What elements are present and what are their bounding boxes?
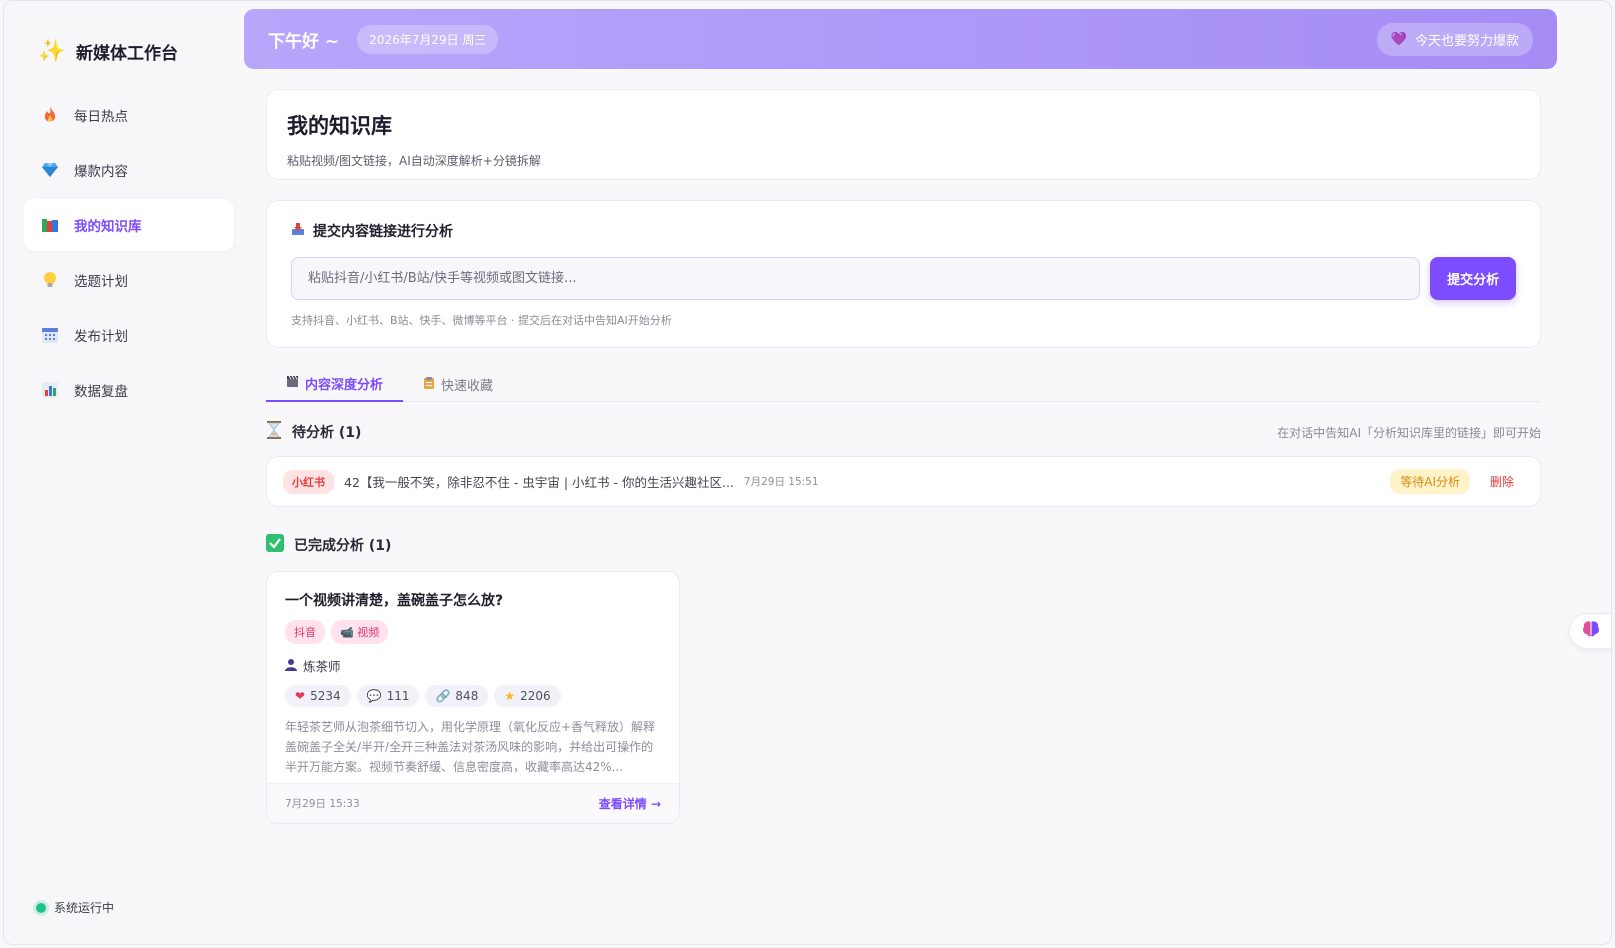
analysis-card-title: 一个视频讲清楚，盖碗盖子怎么放? [285, 593, 504, 609]
sidebar-item-topic-plan[interactable]: 选题计划 [24, 254, 234, 306]
heart-icon: ❤ [295, 689, 306, 703]
page-title: 我的知识库 [287, 114, 392, 138]
likes-count: 5234 [310, 689, 341, 703]
pending-item[interactable]: 小红书 42【我一般不笑，除非忍不住 - 虫宇宙 | 小红书 - 你的生活兴趣社… [266, 456, 1541, 507]
pending-title: 待分析 (1) [292, 425, 362, 441]
sidebar: ✨ 新媒体工作台 每日热点 爆款内容 我的知识库 选题计划 发布计划 数据复盘 … [4, 1, 240, 944]
brand[interactable]: ✨ 新媒体工作台 [38, 39, 178, 64]
speech-bubble-icon: 💬 [366, 689, 382, 703]
submit-hint: 支持抖音、小红书、B站、快手、微博等平台 · 提交后在对话中告知AI开始分析 [291, 314, 672, 327]
brand-title: 新媒体工作台 [76, 44, 178, 64]
analysis-card-footer: 7月29日 15:33 查看详情 → [267, 783, 679, 823]
purple-heart-icon: 💜 [1390, 31, 1407, 47]
system-status: 系统运行中 [36, 899, 114, 916]
platform-badge: 小红书 [283, 469, 334, 494]
type-tag-label: 视频 [357, 626, 380, 639]
sidebar-item-daily-hot[interactable]: 每日热点 [24, 89, 234, 141]
engagement-stats: ❤ 5234 💬 111 🔗 848 ★ 2206 [285, 685, 661, 707]
comments-count: 111 [386, 689, 410, 703]
author-name: 炼茶师 [303, 659, 341, 674]
view-details-link[interactable]: 查看详情 → [599, 795, 661, 812]
fire-icon [40, 105, 60, 125]
analysis-card-tags: 抖音 📹 视频 [285, 620, 661, 644]
link-icon: 🔗 [435, 689, 451, 703]
completed-section-header: 已完成分析 (1) [266, 533, 1541, 557]
completed-title: 已完成分析 (1) [294, 538, 392, 554]
shares-stat: 🔗 848 [425, 685, 489, 707]
platform-tag: 抖音 [285, 620, 325, 644]
analysis-summary: 年轻茶艺师从泡茶细节切入，用化学原理（氧化反应+香气释放）解释盖碗盖子全关/半开… [285, 720, 656, 774]
page-subtitle: 粘贴视频/图文链接，AI自动深度解析+分镜拆解 [287, 154, 541, 168]
knowledge-header-card: 我的知识库 粘贴视频/图文链接，AI自动深度解析+分镜拆解 [266, 89, 1541, 180]
tab-deep-analysis[interactable]: 内容深度分析 [266, 366, 404, 402]
analysis-tabs: 内容深度分析 快速收藏 [266, 366, 1541, 402]
sparkle-icon: ✨ [38, 39, 66, 64]
app-window: ✨ 新媒体工作台 每日热点 爆款内容 我的知识库 选题计划 发布计划 数据复盘 … [3, 0, 1612, 945]
link-input[interactable] [291, 257, 1421, 300]
sidebar-item-label: 数据复盘 [74, 384, 128, 400]
pending-hint: 在对话中告知AI「分析知识库里的链接」即可开始 [1277, 425, 1541, 440]
submit-link-card: 提交内容链接进行分析 提交分析 支持抖音、小红书、B站、快手、微博等平台 · 提… [266, 200, 1541, 348]
brain-icon [1581, 620, 1601, 642]
pending-item-title: 42【我一般不笑，除非忍不住 - 虫宇宙 | 小红书 - 你的生活兴趣社区... [344, 475, 734, 490]
main-content: 我的知识库 粘贴视频/图文链接，AI自动深度解析+分镜拆解 提交内容链接进行分析… [266, 89, 1541, 824]
type-tag: 📹 视频 [331, 620, 389, 644]
analysis-card[interactable]: 一个视频讲清楚，盖碗盖子怎么放? 抖音 📹 视频 炼茶师 ❤ 5234 💬 111 … [266, 571, 680, 824]
submit-row: 提交分析 [291, 257, 1516, 300]
bar-chart-icon [40, 380, 60, 400]
status-dot-icon [36, 902, 46, 913]
tab-label: 快速收藏 [441, 378, 494, 394]
author: 炼茶师 [285, 656, 661, 675]
tab-label: 内容深度分析 [305, 377, 384, 393]
bulb-icon [40, 270, 60, 290]
status-badge: 等待AI分析 [1390, 469, 1470, 494]
ai-assistant-button[interactable] [1569, 613, 1611, 649]
sidebar-item-label: 选题计划 [74, 274, 128, 290]
books-icon [40, 215, 60, 235]
motto-text: 今天也要努力爆款 [1414, 33, 1519, 49]
person-icon [285, 658, 297, 674]
star-icon: ★ [504, 689, 516, 703]
clipboard-icon [423, 376, 435, 393]
sidebar-item-label: 我的知识库 [74, 219, 142, 235]
sidebar-item-publish-plan[interactable]: 发布计划 [24, 309, 234, 361]
sidebar-item-label: 发布计划 [74, 329, 128, 345]
date-pill: 2026年7月29日 周三 [357, 24, 499, 54]
pending-item-time: 7月29日 15:51 [743, 476, 819, 488]
favorites-stat: ★ 2206 [494, 685, 561, 707]
favorites-count: 2206 [520, 689, 551, 703]
sidebar-item-knowledge-base[interactable]: 我的知识库 [24, 199, 234, 251]
shares-count: 848 [455, 689, 479, 703]
sidebar-item-label: 爆款内容 [74, 164, 128, 180]
inbox-tray-icon [291, 222, 305, 240]
submit-analysis-button[interactable]: 提交分析 [1430, 257, 1516, 300]
top-header: 下午好 ~ 2026年7月29日 周三 💜 今天也要努力爆款 [244, 9, 1557, 69]
sidebar-item-viral-content[interactable]: 爆款内容 [24, 144, 234, 196]
status-label: 系统运行中 [54, 901, 115, 915]
calendar-icon [40, 325, 60, 345]
camera-icon: 📹 [340, 626, 354, 639]
likes-stat: ❤ 5234 [285, 685, 351, 707]
submit-heading-text: 提交内容链接进行分析 [313, 224, 453, 240]
motto-pill: 💜 今天也要努力爆款 [1376, 22, 1533, 56]
analysis-time: 7月29日 15:33 [285, 798, 360, 810]
greeting: 下午好 ~ [268, 31, 340, 52]
check-box-icon [266, 534, 284, 556]
submit-heading: 提交内容链接进行分析 [291, 221, 1516, 241]
sidebar-nav: 每日热点 爆款内容 我的知识库 选题计划 发布计划 数据复盘 [24, 89, 234, 419]
comments-stat: 💬 111 [356, 685, 420, 707]
clapper-icon [286, 375, 299, 392]
sidebar-item-label: 每日热点 [74, 109, 128, 125]
pending-section-header: 待分析 (1) 在对话中告知AI「分析知识库里的链接」即可开始 [266, 420, 1541, 444]
hourglass-icon [266, 420, 282, 444]
diamond-icon [40, 160, 60, 180]
sidebar-item-data-review[interactable]: 数据复盘 [24, 364, 234, 416]
tab-quick-bookmark[interactable]: 快速收藏 [403, 366, 513, 402]
delete-button[interactable]: 删除 [1490, 473, 1514, 490]
